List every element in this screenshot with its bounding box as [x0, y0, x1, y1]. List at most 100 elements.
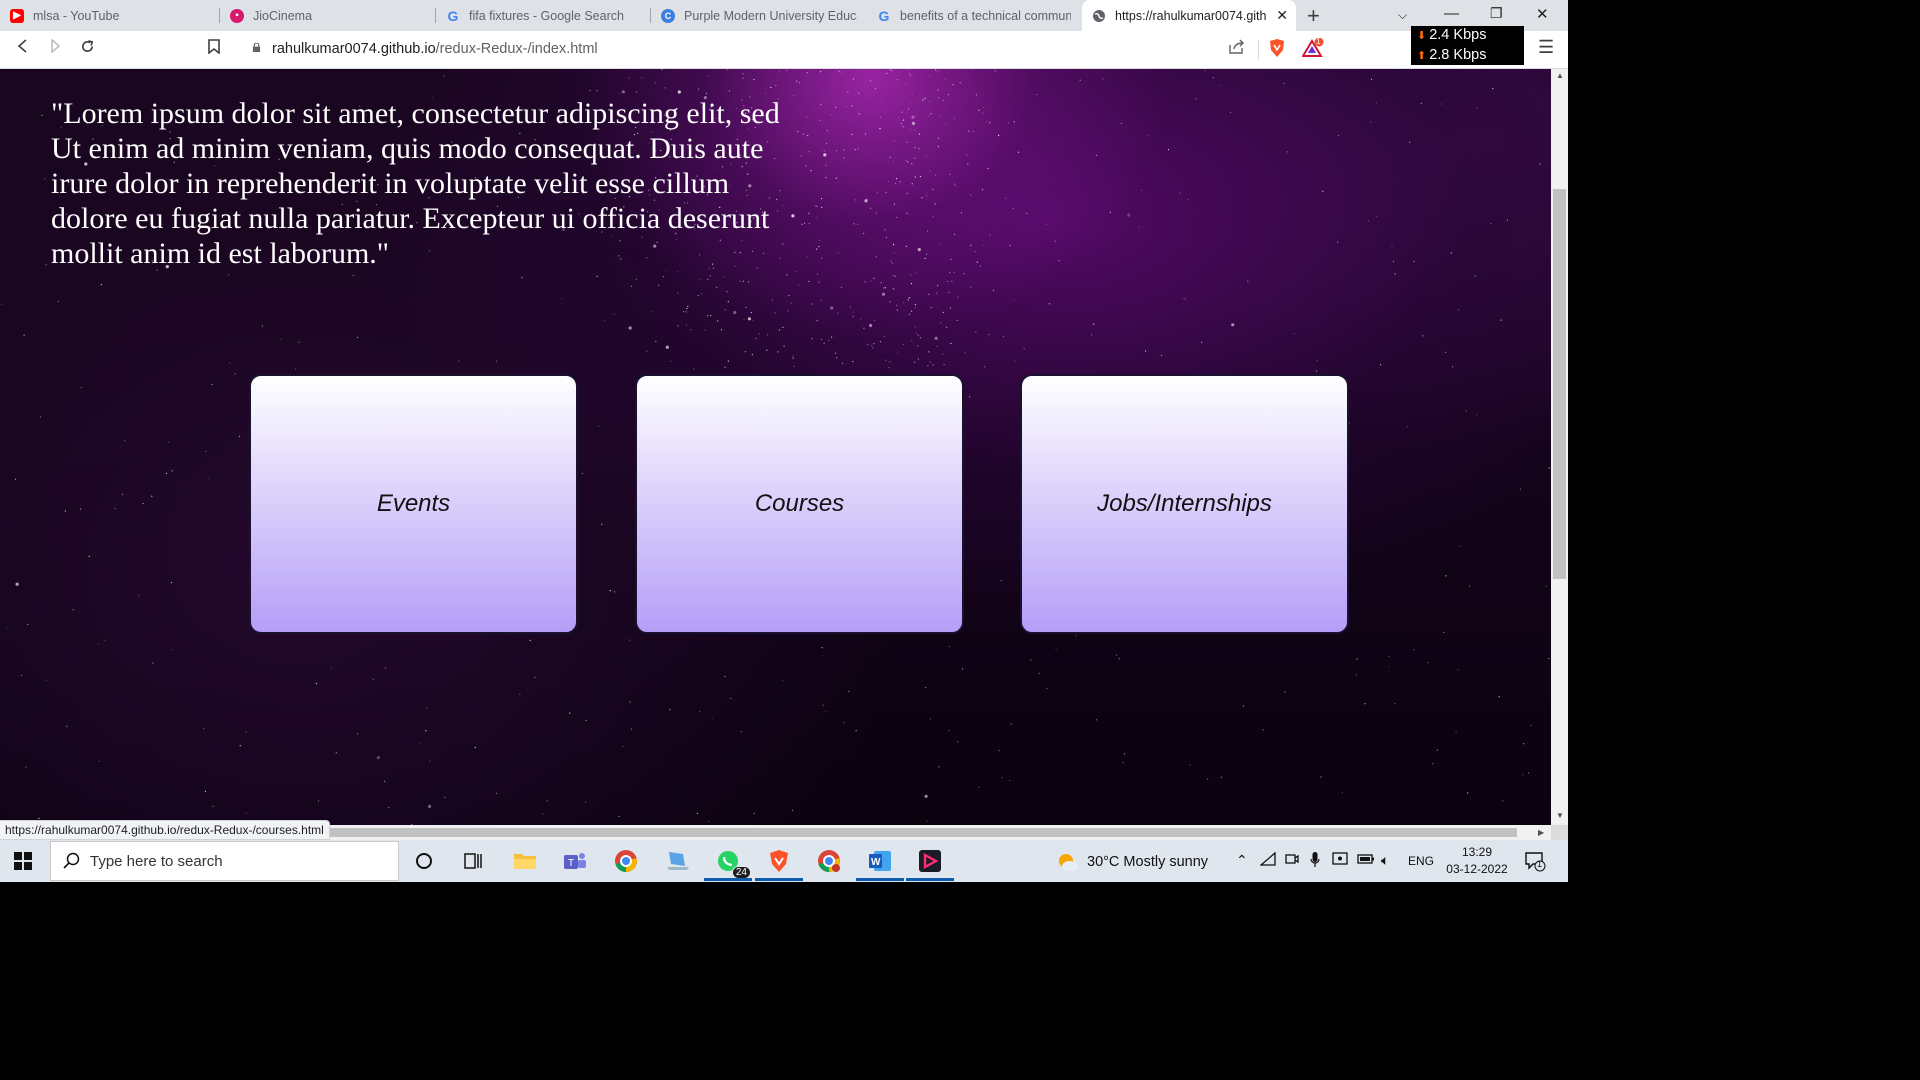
star: [1364, 703, 1366, 705]
star: [707, 315, 709, 317]
url-text[interactable]: rahulkumar0074.github.io/redux-Redux-/in…: [272, 41, 598, 57]
vertical-scrollbar[interactable]: ▲ ▼: [1551, 69, 1568, 825]
microphone-icon[interactable]: [1310, 852, 1320, 871]
star: [628, 77, 630, 79]
tab-youtube[interactable]: ▶ mlsa - YouTube: [0, 0, 220, 31]
star: [727, 301, 729, 303]
lock-icon[interactable]: [252, 43, 261, 52]
scrollbar-corner: [1551, 825, 1568, 840]
whatsapp-icon[interactable]: 24: [704, 847, 752, 881]
star: [914, 157, 916, 159]
share-icon[interactable]: [1229, 39, 1245, 59]
reload-icon[interactable]: [80, 39, 95, 59]
brave-rewards-icon[interactable]: 1: [1301, 37, 1324, 63]
scroll-up-icon[interactable]: ▲: [1556, 71, 1564, 80]
star: [621, 90, 625, 94]
taskbar-search[interactable]: Type here to search: [50, 841, 399, 881]
star: [317, 800, 320, 802]
bookmark-icon[interactable]: [208, 39, 220, 59]
star: [664, 87, 666, 89]
star: [1079, 79, 1081, 81]
star: [932, 364, 934, 366]
star: [979, 265, 982, 267]
close-window-icon[interactable]: ✕: [1536, 5, 1549, 23]
language-indicator[interactable]: ENG: [1408, 854, 1434, 868]
star: [1116, 654, 1118, 656]
toolbar-divider: [1258, 40, 1259, 60]
star: [1118, 658, 1120, 660]
notifications-icon[interactable]: 1: [1524, 850, 1546, 875]
star: [940, 322, 942, 324]
tab-fifa-search[interactable]: G fifa fixtures - Google Search: [436, 0, 651, 31]
wifi-icon[interactable]: [1259, 851, 1276, 869]
brave-shields-icon[interactable]: [1268, 38, 1286, 58]
show-hidden-icons-icon[interactable]: ⌃: [1236, 852, 1248, 869]
minimize-icon[interactable]: —: [1444, 5, 1459, 22]
star: [826, 129, 828, 132]
tab-technical-community[interactable]: G benefits of a technical communit: [867, 0, 1081, 31]
star: [103, 639, 105, 641]
menu-icon[interactable]: ☰: [1538, 37, 1554, 58]
volume-icon[interactable]: 🔈︎: [1381, 852, 1389, 869]
star: [1141, 189, 1143, 191]
star: [947, 280, 949, 283]
star: [1127, 213, 1131, 217]
weather-widget[interactable]: 30°C Mostly sunny: [1055, 851, 1208, 873]
restore-icon[interactable]: ❐: [1490, 5, 1503, 22]
star: [238, 435, 241, 437]
star: [924, 257, 926, 259]
forward-icon[interactable]: [48, 38, 62, 58]
teams-icon[interactable]: T: [561, 847, 589, 875]
task-view-icon[interactable]: [460, 847, 488, 875]
star: [860, 318, 862, 320]
tab-active-page[interactable]: https://rahulkumar0074.gith ✕: [1082, 0, 1296, 31]
chrome-icon[interactable]: [612, 847, 640, 875]
star: [914, 304, 917, 306]
scroll-right-icon[interactable]: ▶: [1538, 828, 1544, 837]
star: [942, 311, 944, 313]
media-app-icon[interactable]: [906, 847, 954, 881]
star: [1242, 705, 1244, 707]
laptop-app-icon[interactable]: [664, 847, 692, 875]
star: [770, 86, 772, 88]
courses-card[interactable]: Courses: [635, 374, 964, 634]
star: [598, 425, 600, 427]
scroll-down-icon[interactable]: ▼: [1556, 811, 1564, 820]
new-tab-icon[interactable]: +: [1307, 3, 1320, 29]
tab-canva[interactable]: C Purple Modern University Educat: [651, 0, 867, 31]
star: [742, 280, 745, 282]
back-icon[interactable]: [16, 39, 30, 58]
battery-icon[interactable]: [1357, 852, 1375, 868]
close-tab-icon[interactable]: ✕: [1276, 7, 1288, 24]
star: [953, 117, 955, 119]
tab-search-chevron-icon[interactable]: ⌵: [1398, 8, 1407, 23]
star: [883, 335, 885, 337]
star: [1476, 107, 1478, 109]
events-card[interactable]: Events: [249, 374, 578, 634]
file-explorer-icon[interactable]: [511, 847, 539, 875]
star: [707, 278, 709, 280]
chrome-profile-icon[interactable]: [815, 847, 843, 875]
star: [1548, 658, 1550, 660]
star: [835, 150, 838, 152]
brave-browser-icon[interactable]: [755, 847, 803, 881]
star: [892, 160, 895, 162]
tab-title: https://rahulkumar0074.gith: [1115, 8, 1267, 23]
word-icon[interactable]: W: [856, 847, 904, 881]
star: [914, 176, 917, 178]
cortana-icon[interactable]: [410, 847, 438, 875]
taskbar-clock[interactable]: 13:29 03-12-2022: [1442, 844, 1512, 878]
star: [787, 310, 789, 312]
jobs-internships-card[interactable]: Jobs/Internships: [1020, 374, 1349, 634]
star: [1002, 335, 1005, 337]
star: [820, 299, 822, 301]
star: [1184, 298, 1186, 300]
tab-jiocinema[interactable]: ▪ JioCinema: [220, 0, 436, 31]
vertical-scroll-thumb[interactable]: [1553, 189, 1566, 579]
star: [949, 307, 952, 309]
star: [866, 198, 868, 200]
star: [613, 313, 615, 315]
meet-now-icon[interactable]: [1285, 852, 1299, 869]
screen-capture-icon[interactable]: [1332, 852, 1348, 869]
windows-start-icon[interactable]: [14, 852, 32, 870]
